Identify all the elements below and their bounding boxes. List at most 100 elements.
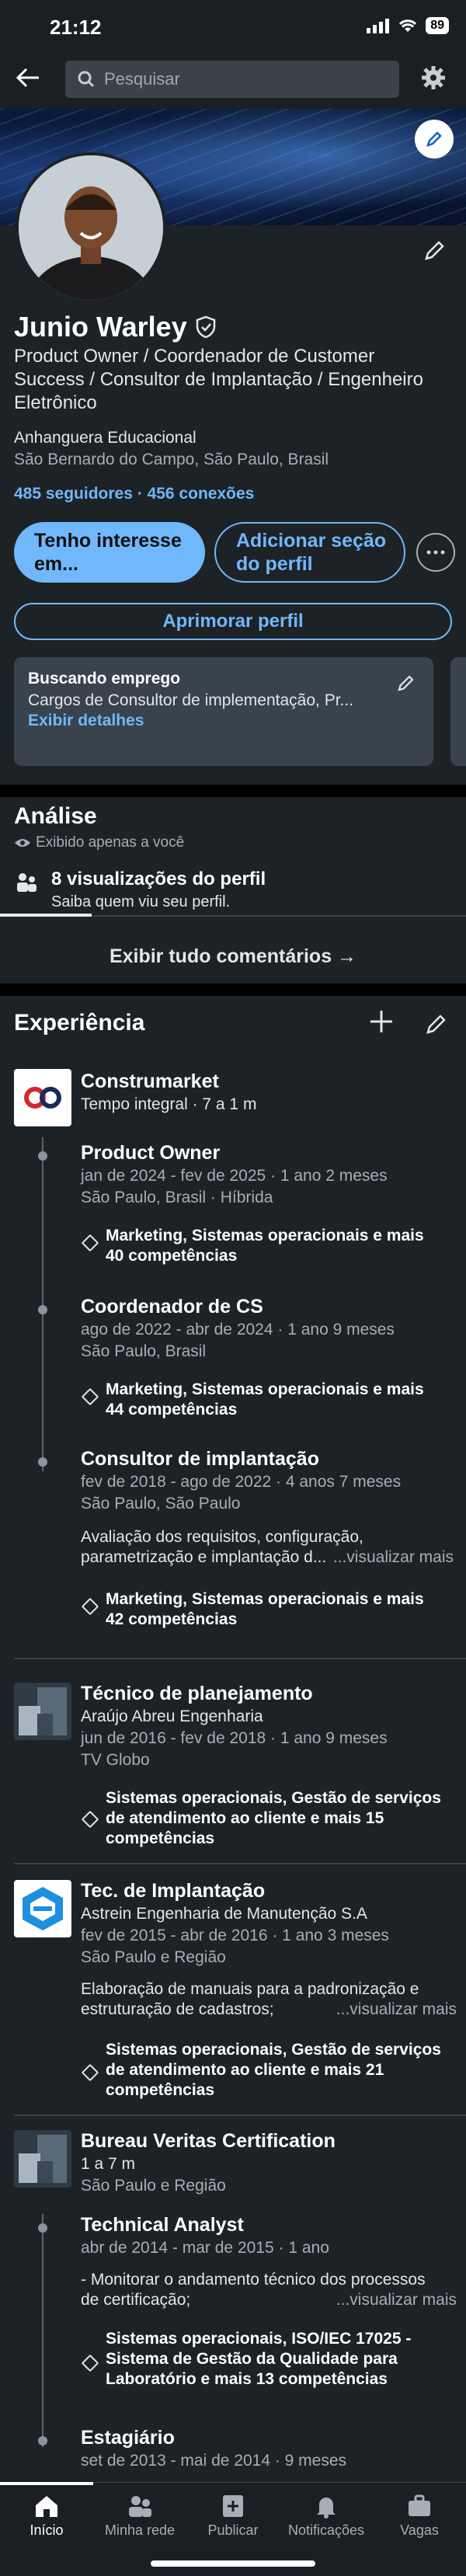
skills-line: Sistemas operacionais, ISO/IEC 17025 - (106, 2330, 412, 2348)
bureau-veritas-logo[interactable] (14, 2130, 71, 2188)
profile-views-link[interactable]: 8 visualizações do perfil (51, 869, 266, 890)
nav-network[interactable]: Minha rede (93, 2494, 186, 2539)
role-title[interactable]: Estagiário (81, 2427, 175, 2449)
profile-views-sub: Saiba quem viu seu perfil. (51, 893, 231, 910)
enhance-profile-button[interactable]: Aprimorar perfil (14, 603, 452, 640)
more-options-button[interactable] (416, 533, 455, 572)
followers-connections-link[interactable]: 485 seguidores · 456 conexões (14, 485, 254, 503)
back-arrow-icon[interactable] (14, 64, 42, 97)
open-to-work-title: Buscando emprego (28, 670, 181, 688)
role-skills[interactable]: Sistemas operacionais, Gestão de serviço… (106, 2040, 441, 2101)
edit-banner-button[interactable] (415, 120, 454, 158)
role-dates: jun de 2016 - fev de 2018 · 1 ano 9 mese… (81, 1729, 388, 1747)
profile-company[interactable]: Anhanguera Educacional (14, 429, 196, 447)
description-line-row: de certificação; ...visualizar mais (81, 2290, 457, 2310)
role-title[interactable]: Consultor de implantação (81, 1448, 319, 1471)
briefcase-icon (409, 2494, 430, 2516)
nav-label: Minha rede (104, 2522, 176, 2538)
company-name[interactable]: Bureau Veritas Certification (81, 2130, 336, 2153)
profile-name: Junio Warley (14, 311, 217, 343)
see-more-link[interactable]: ...visualizar mais (333, 1547, 454, 1568)
nav-notifications[interactable]: Notificações (280, 2494, 373, 2539)
profile-name-text: Junio Warley (14, 311, 187, 343)
skills-line: 42 competências (106, 1610, 238, 1628)
role-title[interactable]: Técnico de planejamento (81, 1683, 313, 1705)
search-input[interactable]: Pesquisar (65, 61, 399, 98)
next-card-peek[interactable] (450, 657, 466, 766)
analytics-visibility-text: Exibido apenas a você (36, 834, 185, 851)
role-dates: fev de 2018 - ago de 2022 · 4 anos 7 mes… (81, 1473, 402, 1491)
role-skills[interactable]: Sistemas operacionais, ISO/IEC 17025 - S… (106, 2329, 411, 2390)
item-separator (14, 2115, 466, 2116)
role-title[interactable]: Tec. de Implantação (81, 1880, 265, 1902)
role-title[interactable]: Product Owner (81, 1142, 220, 1164)
company-name[interactable]: Construmarket (81, 1070, 219, 1093)
show-details-link[interactable]: Exibir detalhes (28, 712, 144, 730)
skills-line: Marketing, Sistemas operacionais e mais (106, 1380, 424, 1398)
edit-experience-pencil-icon[interactable] (424, 1011, 449, 1040)
nav-label: Vagas (400, 2522, 439, 2538)
edit-intro-pencil-icon[interactable] (423, 238, 447, 266)
nav-jobs[interactable]: Vagas (373, 2494, 466, 2539)
nav-home[interactable]: Início (0, 2494, 93, 2539)
experience-title: Experiência (14, 1010, 145, 1036)
skills-line: Laboratório e mais 13 competências (106, 2370, 388, 2388)
construmarket-logo[interactable] (14, 1069, 71, 1126)
skills-diamond-icon (81, 1810, 99, 1829)
role-skills[interactable]: Marketing, Sistemas operacionais e mais … (106, 1226, 424, 1266)
role-place: TV Globo (81, 1751, 150, 1769)
active-tab-indicator (0, 2482, 93, 2485)
description-line: Elaboração de manuais para a padronizaçã… (81, 1980, 419, 1998)
role-description: Elaboração de manuais para a padronizaçã… (81, 1979, 457, 2020)
profile-headline: Product Owner / Coordenador de Customer … (14, 346, 423, 413)
avatar[interactable] (16, 152, 166, 303)
araujo-abreu-logo[interactable] (14, 1683, 71, 1740)
description-line-row: parametrização e implantação d... ...vis… (81, 1547, 454, 1568)
role-dates: set de 2013 - mai de 2014 · 9 meses (81, 2452, 347, 2470)
edit-open-to-work-pencil-icon[interactable] (396, 673, 416, 697)
network-icon (129, 2496, 151, 2517)
role-title[interactable]: Coordenador de CS (81, 1296, 263, 1318)
nav-label: Início (30, 2522, 64, 2538)
company-name[interactable]: Astrein Engenharia de Manutenção S.A (81, 1905, 367, 1923)
post-icon (223, 2495, 243, 2517)
add-experience-plus-icon[interactable] (368, 1008, 395, 1040)
company-tenure: 1 a 7 m (81, 2155, 136, 2173)
role-skills[interactable]: Marketing, Sistemas operacionais e mais … (106, 1589, 424, 1630)
role-dates: ago de 2022 - abr de 2024 · 1 ano 9 mese… (81, 1321, 395, 1338)
role-title[interactable]: Technical Analyst (81, 2214, 244, 2237)
item-separator (14, 1863, 466, 1864)
skills-line: Marketing, Sistemas operacionais e mais (106, 1590, 424, 1608)
role-dates: fev de 2015 - abr de 2016 · 1 ano 3 mese… (81, 1927, 389, 1944)
astrein-logo[interactable] (14, 1880, 71, 1937)
skills-diamond-icon (81, 2063, 99, 2083)
company-name[interactable]: Araújo Abreu Engenharia (81, 1707, 263, 1726)
open-to-button[interactable]: Tenho interesse em... (14, 522, 205, 583)
skills-line: Sistemas operacionais, Gestão de serviço… (106, 1789, 441, 1807)
role-place: São Paulo, Brasil (81, 1342, 207, 1360)
section-divider (0, 785, 466, 797)
nav-post[interactable]: Publicar (186, 2494, 280, 2539)
skills-line: 44 competências (106, 1401, 238, 1419)
company-location: São Paulo e Região (81, 2177, 226, 2195)
section-divider (0, 983, 466, 996)
role-skills[interactable]: Sistemas operacionais, Gestão de serviço… (106, 1788, 441, 1849)
show-all-comments-button[interactable]: Exibir tudo comentários → (0, 929, 466, 983)
avatar-photo (19, 155, 163, 300)
skills-line: Marketing, Sistemas operacionais e mais (106, 1227, 424, 1244)
nav-label: Notificações (287, 2522, 365, 2538)
company-tenure: Tempo integral · 7 a 1 m (81, 1095, 257, 1113)
role-skills[interactable]: Marketing, Sistemas operacionais e mais … (106, 1380, 424, 1420)
status-time: 21:12 (50, 16, 102, 39)
home-icon (36, 2496, 57, 2517)
analytics-title: Análise (14, 803, 97, 829)
timeline-line (42, 1137, 43, 1471)
gear-icon[interactable] (419, 64, 447, 96)
skills-line: de atendimento ao cliente e mais 21 (106, 2061, 384, 2079)
verified-shield-icon[interactable] (195, 315, 217, 339)
see-more-link[interactable]: ...visualizar mais (336, 2000, 457, 2020)
eye-icon (15, 839, 30, 847)
timeline-dot (38, 1305, 47, 1314)
see-more-link[interactable]: ...visualizar mais (336, 2290, 457, 2310)
add-profile-section-button[interactable]: Adicionar seção do perfil (214, 522, 405, 583)
